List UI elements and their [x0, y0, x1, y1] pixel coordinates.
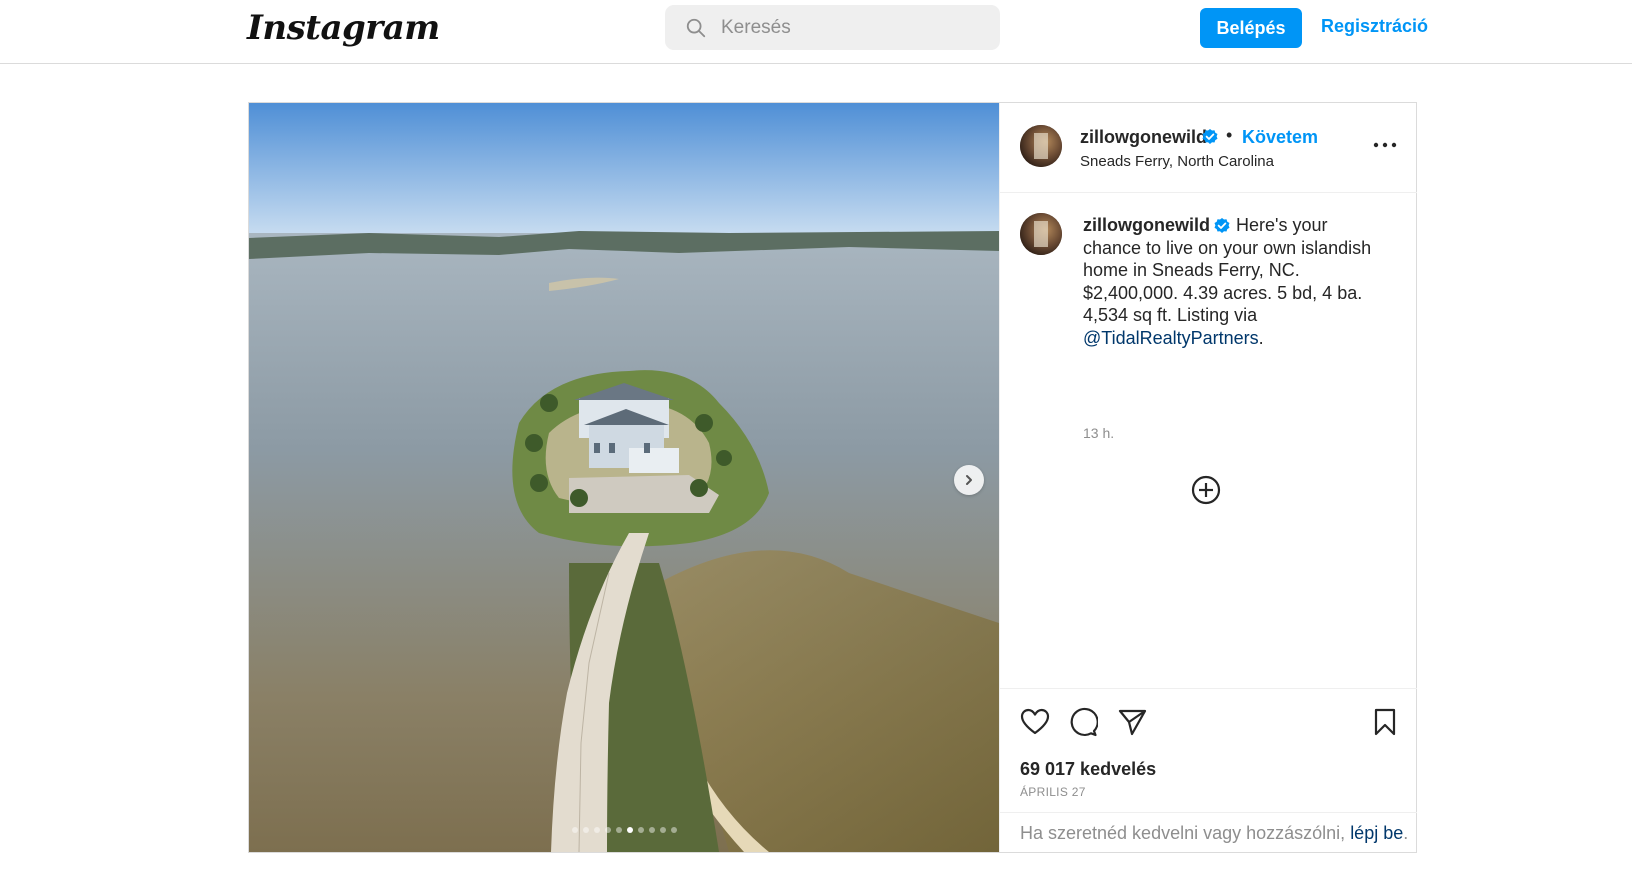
- mention-link[interactable]: @TidalRealtyPartners: [1083, 328, 1259, 348]
- carousel-dot: [670, 827, 677, 833]
- carousel-dot: [604, 827, 611, 833]
- verified-badge-icon: [1214, 218, 1230, 234]
- post-header: zillowgonewild • Követem Sneads Ferry, N…: [1000, 103, 1417, 193]
- carousel-dot: [626, 827, 633, 833]
- carousel-dot: [593, 827, 600, 833]
- carousel-dot: [582, 827, 589, 833]
- follow-button[interactable]: Követem: [1242, 127, 1318, 148]
- login-prompt-link[interactable]: lépj be: [1350, 823, 1403, 843]
- carousel-indicator: [249, 827, 999, 833]
- post-author-username[interactable]: zillowgonewild: [1080, 127, 1207, 148]
- login-prompt: Ha szeretnéd kedvelni vagy hozzászólni, …: [1000, 812, 1417, 852]
- island-photo: [249, 103, 999, 852]
- post-date[interactable]: ÁPRILIS 27: [1020, 785, 1086, 799]
- avatar[interactable]: [1020, 213, 1062, 255]
- heart-icon[interactable]: [1020, 707, 1050, 737]
- login-prompt-text: Ha szeretnéd kedvelni vagy hozzászólni,: [1020, 823, 1351, 843]
- signup-link[interactable]: Regisztráció: [1321, 16, 1428, 37]
- login-prompt-end: .: [1403, 823, 1409, 843]
- post-actions: 69 017 kedvelés ÁPRILIS 27 Ha szeretnéd …: [1000, 688, 1417, 852]
- separator-dot: •: [1226, 125, 1233, 145]
- post-image[interactable]: [249, 103, 999, 852]
- instagram-logo[interactable]: Instagram: [247, 8, 440, 48]
- post-card: zillowgonewild • Követem Sneads Ferry, N…: [248, 102, 1417, 853]
- caption-text: zillowgonewild Here's your chance to liv…: [1083, 214, 1383, 349]
- search-input[interactable]: [721, 16, 981, 39]
- caption-username[interactable]: zillowgonewild: [1083, 215, 1210, 235]
- more-options-icon[interactable]: [1370, 135, 1400, 155]
- post-timestamp[interactable]: 13 h.: [1083, 425, 1114, 441]
- chevron-right-icon: [966, 475, 972, 485]
- search-bar[interactable]: [665, 5, 1000, 50]
- add-comment-icon[interactable]: [1191, 475, 1221, 505]
- post-sidebar: zillowgonewild • Követem Sneads Ferry, N…: [999, 103, 1417, 852]
- carousel-dot: [648, 827, 655, 833]
- top-navigation: Instagram Belépés Regisztráció: [0, 0, 1632, 64]
- carousel-dot: [615, 827, 622, 833]
- carousel-dot: [659, 827, 666, 833]
- carousel-dot: [571, 827, 578, 833]
- caption-end: .: [1258, 327, 1264, 348]
- comment-icon[interactable]: [1068, 707, 1098, 737]
- carousel-dot: [637, 827, 644, 833]
- bookmark-icon[interactable]: [1370, 707, 1400, 737]
- likes-count[interactable]: 69 017 kedvelés: [1020, 759, 1156, 780]
- avatar[interactable]: [1020, 125, 1062, 167]
- carousel-next-button[interactable]: [954, 465, 984, 495]
- login-button[interactable]: Belépés: [1200, 8, 1302, 48]
- share-icon[interactable]: [1117, 707, 1147, 737]
- verified-badge-icon: [1202, 129, 1218, 144]
- post-location[interactable]: Sneads Ferry, North Carolina: [1080, 153, 1274, 170]
- search-icon: [686, 18, 706, 37]
